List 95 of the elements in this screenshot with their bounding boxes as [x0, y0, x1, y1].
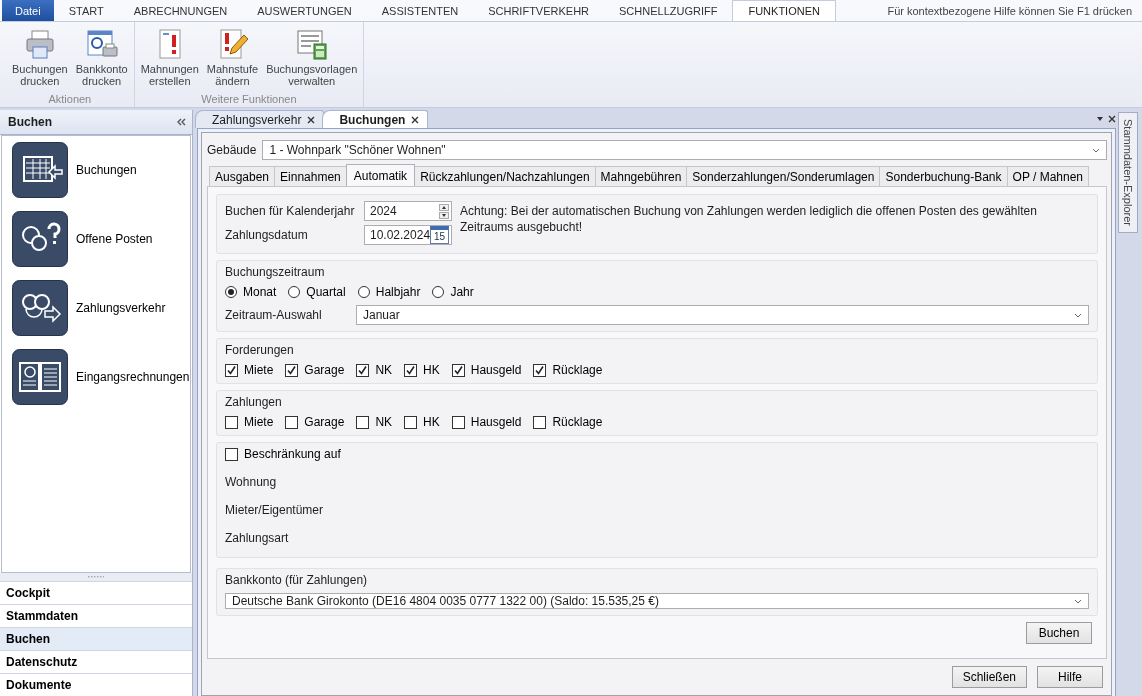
ribbon-tab[interactable]: ABRECHNUNGEN	[118, 0, 243, 21]
up-icon[interactable]	[439, 203, 449, 211]
field-label: Zahlungsdatum	[225, 228, 309, 242]
form-tab[interactable]: Sonderzahlungen/Sonderumlagen	[686, 166, 881, 186]
document-tab[interactable]: Zahlungsverkehr	[195, 110, 325, 128]
form-calculator-icon	[295, 28, 328, 60]
calendar-button[interactable]: 15	[430, 226, 449, 244]
sidebar-item[interactable]: Zahlungsverkehr	[12, 280, 190, 336]
period-dropdown[interactable]: Januar	[356, 305, 1089, 325]
ribbon-button[interactable]: Buchungen drucken	[8, 22, 72, 93]
form-tab[interactable]: OP / Mahnen	[1006, 166, 1090, 186]
checkbox[interactable]: Rücklage	[533, 415, 603, 429]
panel-title: Buchen	[8, 115, 52, 129]
ribbon-button[interactable]: Mahnstufe ändern	[202, 22, 263, 93]
ribbon-tab[interactable]: AUSWERTUNGEN	[242, 0, 367, 21]
table-icon	[12, 142, 68, 198]
collapse-icon[interactable]	[176, 118, 186, 126]
field-label: Zahlungsart	[225, 531, 289, 545]
ribbon-tab[interactable]: FUNKTIONEN	[732, 0, 836, 21]
sidebar-item[interactable]: Offene Posten	[12, 211, 190, 267]
field-label: Buchen für Kalenderjahr	[225, 204, 356, 218]
close-icon[interactable]	[411, 115, 420, 124]
field-label: Gebäude	[207, 143, 257, 157]
form-tab[interactable]: Rückzahlungen/Nachzahlungen	[414, 166, 596, 186]
form-tab[interactable]: Mahngebühren	[594, 166, 688, 186]
checkmark-icon	[226, 364, 237, 376]
ribbon-button[interactable]: Mahnungen erstellen	[136, 22, 203, 93]
dropdown-icon[interactable]	[1096, 115, 1104, 123]
group-title: Buchungszeitraum	[225, 265, 326, 279]
checkmark-icon	[405, 364, 417, 376]
checkbox[interactable]: Hausgeld	[451, 415, 522, 429]
radio-button[interactable]: Jahr	[432, 285, 474, 299]
checkbox[interactable]: Garage	[285, 415, 345, 429]
checkmark-icon	[286, 364, 298, 376]
footer-button[interactable]: Hilfe	[1037, 666, 1103, 688]
group-title: Forderungen	[225, 343, 295, 357]
ribbon-group-label: Weitere Funktionen	[200, 93, 298, 107]
document-tab[interactable]: Buchungen	[322, 110, 429, 128]
help-hint: Für kontextbezogene Hilfe können Sie F1 drücken	[887, 4, 1133, 17]
caret-icon	[1092, 147, 1100, 153]
ribbon-tab[interactable]: SCHNELLZUGRIFF	[604, 0, 733, 21]
form-tab[interactable]: Einnahmen	[274, 166, 347, 186]
radio-button[interactable]: Halbjahr	[357, 285, 421, 299]
sidebar-item[interactable]: Buchungen	[12, 142, 190, 198]
caret-icon	[1074, 312, 1082, 318]
radio-button[interactable]: Quartal	[288, 285, 346, 299]
form-tab[interactable]: Ausgaben	[209, 166, 276, 186]
checkmark-icon	[357, 364, 369, 376]
field-label: Wohnung	[225, 475, 277, 489]
ribbon-group-label: Aktionen	[47, 93, 93, 107]
window-printer-icon	[85, 28, 118, 60]
close-icon[interactable]	[307, 115, 316, 124]
close-icon[interactable]	[1108, 115, 1116, 123]
group-title: Bankkonto (für Zahlungen)	[225, 573, 369, 587]
caret-icon	[1074, 598, 1082, 604]
printer-icon	[23, 28, 56, 60]
form-tab[interactable]: Sonderbuchung-Bank	[879, 166, 1008, 186]
ribbon-tab[interactable]: ASSISTENTEN	[366, 0, 474, 21]
date-field[interactable]: 10.02.2024 15	[364, 225, 452, 245]
checkbox[interactable]: Miete	[225, 363, 274, 377]
sidebar-item[interactable]: Eingangsrechnungen	[12, 349, 190, 405]
tab-label[interactable]: Buchungen	[339, 112, 406, 127]
year-spinbox[interactable]: 2024	[364, 201, 452, 221]
ribbon-tab[interactable]: START	[53, 0, 119, 21]
nav-button[interactable]: Buchen	[0, 627, 192, 650]
field-label: Mieter/Eigentümer	[225, 503, 324, 517]
file-menu-button[interactable]: Datei	[2, 0, 54, 21]
ribbon-tab[interactable]: SCHRIFTVERKEHR	[473, 0, 605, 21]
notice-text: Achtung: Bei der automatischen Buchung von Zahlungen werden lediglich die offenen Posten des gewählten Zeitraums ausgebucht!	[460, 203, 1038, 235]
form-tab[interactable]: Automatik	[345, 164, 416, 186]
checkbox[interactable]: NK	[356, 363, 393, 377]
group-title: Zahlungen	[225, 395, 283, 409]
checkbox[interactable]: NK	[356, 415, 393, 429]
ribbon-button[interactable]: Bankkonto drucken	[71, 22, 132, 93]
coins-question-icon	[12, 211, 68, 267]
bank-account-dropdown[interactable]: Deutsche Bank Girokonto (DE16 4804 0035 0777 1322 00) (Saldo: 15.535,25 €)	[225, 593, 1089, 609]
building-dropdown[interactable]: 1 - Wohnpark "Schöner Wohnen"	[262, 140, 1107, 160]
checkmark-icon	[452, 364, 464, 376]
checkbox[interactable]: Garage	[285, 363, 345, 377]
checkmark-icon	[534, 364, 546, 376]
checkbox[interactable]: Rücklage	[533, 363, 603, 377]
tab-label[interactable]: Zahlungsverkehr	[212, 112, 302, 127]
book-button[interactable]: Buchen	[1026, 622, 1092, 644]
side-panel-tab[interactable]: Stammdaten-Explorer	[1118, 112, 1138, 233]
field-label: Zeitraum-Auswahl	[225, 308, 323, 322]
checkbox[interactable]: HK	[404, 363, 440, 377]
checkbox[interactable]: Beschränkung auf	[225, 447, 341, 461]
radio-button[interactable]: Monat	[225, 285, 277, 299]
ribbon-button[interactable]: Buchungsvorlagen verwalten	[262, 22, 362, 93]
footer-button[interactable]: Schließen	[951, 666, 1027, 688]
checkbox[interactable]: Hausgeld	[451, 363, 522, 377]
book-icon	[12, 349, 68, 405]
checkbox[interactable]: HK	[404, 415, 440, 429]
checkbox[interactable]: Miete	[225, 415, 274, 429]
down-icon[interactable]	[439, 211, 449, 219]
